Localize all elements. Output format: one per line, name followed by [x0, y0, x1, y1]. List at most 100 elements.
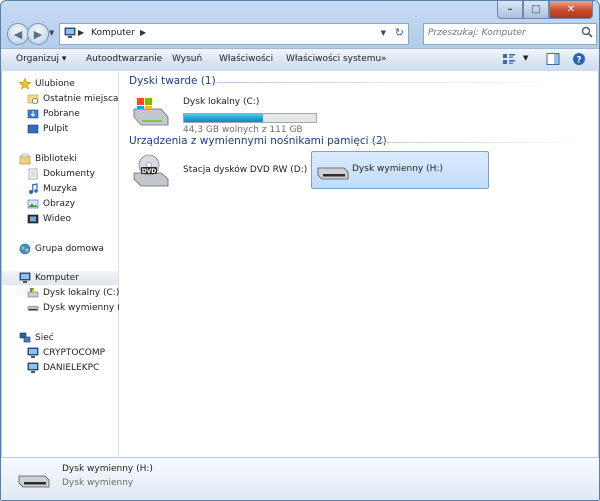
dvd-logo-text: DVD [142, 168, 157, 175]
nav-item-label: Pobrane [43, 109, 80, 119]
organize-label: Organizuj [16, 54, 59, 64]
explorer-window: – □ ✕ ◀ ▶ ▼ ▶ Komputer ▶ ▼ ↻ Organizuj ▾… [0, 0, 600, 501]
network-computer-icon [27, 362, 39, 377]
nav-libraries-label: Biblioteki [35, 154, 77, 164]
nav-favorites-label: Ulubione [35, 79, 75, 89]
nav-item-music[interactable]: Muzyka [2, 182, 118, 196]
removable-drive-icon [316, 160, 350, 185]
libraries-icon [19, 153, 31, 168]
nav-item-label: Obrazy [43, 199, 76, 209]
nav-item-label: CRYPTOCOMP [43, 348, 106, 358]
group-header-hard-disks[interactable]: Dyski twarde (1) [129, 75, 216, 87]
network-icon [19, 332, 31, 347]
preview-pane-icon[interactable] [546, 52, 560, 69]
search-icon[interactable] [581, 26, 593, 41]
back-button[interactable]: ◀ [7, 23, 29, 45]
svg-text:?: ? [576, 56, 581, 66]
documents-icon [27, 168, 39, 183]
window-controls: – □ ✕ [497, 1, 593, 19]
forward-button[interactable]: ▶ [27, 23, 49, 45]
nav-item-label: Pulpit [43, 124, 69, 134]
drive-free-space: 44,3 GB wolnych z 111 GB [183, 125, 303, 135]
command-bar: Organizuj ▾ Autoodtwarzanie Wysuń Właści… [1, 48, 599, 72]
maximize-button[interactable]: □ [523, 1, 549, 19]
nav-item-label: Muzyka [43, 184, 78, 194]
system-properties-button[interactable]: Właściwości systemu [286, 54, 381, 64]
removable-drive-icon [27, 302, 39, 317]
drive-name: Stacja dysków DVD RW (D:) [183, 165, 308, 175]
recent-pages-chevron-icon[interactable]: ▼ [49, 29, 54, 37]
minimize-button[interactable]: – [497, 1, 523, 19]
nav-item-label: Ostatnie miejsca [43, 94, 119, 104]
desktop-icon [27, 123, 39, 138]
nav-item-cryptocomp[interactable]: CRYPTOCOMP [2, 346, 118, 360]
nav-homegroup-label: Grupa domowa [35, 244, 104, 254]
nav-computer[interactable]: Komputer [2, 271, 118, 285]
downloads-icon [27, 108, 39, 123]
breadcrumb-separator-icon[interactable]: ▶ [78, 28, 84, 37]
nav-homegroup[interactable]: Grupa domowa [2, 242, 118, 256]
music-icon [27, 183, 39, 198]
hard-drive-icon [131, 95, 171, 132]
videos-icon [27, 213, 39, 228]
breadcrumb-chevron-icon[interactable]: ▶ [140, 28, 146, 37]
homegroup-icon [19, 243, 31, 258]
group-header-removable[interactable]: Urządzenia z wymiennymi nośnikami pamięc… [129, 135, 387, 147]
drive-name: Dysk lokalny (C:) [183, 97, 260, 107]
nav-item-downloads[interactable]: Pobrane [2, 107, 118, 121]
properties-button[interactable]: Właściwości [219, 54, 273, 64]
nav-item-danielekpc[interactable]: DANIELEKPC [2, 361, 118, 375]
address-dropdown-icon[interactable]: ▼ [381, 29, 386, 37]
nav-item-local-disk[interactable]: Dysk lokalny (C:) [2, 286, 120, 300]
nav-item-recent-places[interactable]: Ostatnie miejsca [2, 92, 118, 106]
computer-icon [64, 27, 76, 42]
star-icon [18, 77, 32, 93]
drive-tile-dvd[interactable]: DVD Stacja dysków DVD RW (D:) [131, 153, 311, 189]
address-row: ◀ ▶ ▼ ▶ Komputer ▶ ▼ ↻ [7, 23, 597, 45]
address-bar[interactable]: ▶ Komputer ▶ ▼ ↻ [59, 23, 409, 45]
nav-item-desktop[interactable]: Pulpit [2, 122, 118, 136]
search-box[interactable] [423, 23, 597, 45]
disk-usage-fill [184, 114, 264, 122]
eject-button[interactable]: Wysuń [172, 54, 202, 64]
arrow-right-icon: ▶ [33, 27, 43, 41]
nav-network[interactable]: Sieć [2, 331, 118, 345]
pictures-icon [27, 198, 39, 213]
dvd-drive-icon: DVD [131, 153, 171, 192]
view-options-icon[interactable] [502, 52, 516, 69]
help-icon[interactable]: ? [572, 52, 586, 69]
group-divider [217, 82, 577, 83]
group-divider [371, 142, 591, 143]
nav-favorites[interactable]: Ulubione [2, 77, 118, 91]
nav-item-label: Dysk lokalny (C:) [43, 288, 120, 298]
content-pane: Dyski twarde (1) Dysk lokalny (C:) 44,3 … [119, 71, 598, 457]
navigation-pane: Ulubione Ostatnie miejsca Pobrane Pulpit [2, 71, 134, 457]
drive-name: Dysk wymienny (H:) [352, 164, 443, 174]
nav-item-removable-disk[interactable]: Dysk wymienny (H:) [2, 301, 134, 317]
nav-libraries[interactable]: Biblioteki [2, 152, 118, 166]
nav-item-documents[interactable]: Dokumenty [2, 167, 118, 181]
nav-item-label: Dokumenty [43, 169, 95, 179]
network-computer-icon [27, 347, 39, 362]
refresh-icon[interactable]: ↻ [395, 26, 404, 39]
nav-item-label: Wideo [43, 214, 71, 224]
removable-drive-icon [17, 468, 51, 493]
disk-usage-bar [183, 113, 317, 123]
drive-tile-removable[interactable]: Dysk wymienny (H:) [311, 151, 489, 189]
organize-menu[interactable]: Organizuj ▾ [16, 54, 66, 64]
view-dropdown-icon[interactable]: ▼ [523, 54, 528, 62]
search-input[interactable] [428, 26, 576, 40]
recent-places-icon [27, 93, 39, 108]
computer-icon [19, 272, 31, 287]
details-pane: Dysk wymienny (H:) Dysk wymienny [1, 457, 599, 500]
breadcrumb-computer[interactable]: Komputer [91, 28, 135, 38]
close-button[interactable]: ✕ [549, 1, 593, 19]
nav-computer-label: Komputer [35, 273, 79, 283]
nav-item-videos[interactable]: Wideo [2, 212, 118, 226]
drive-tile-local-disk[interactable]: Dysk lokalny (C:) 44,3 GB wolnych z 111 … [131, 95, 321, 135]
nav-item-pictures[interactable]: Obrazy [2, 197, 118, 211]
nav-network-label: Sieć [35, 333, 54, 343]
nav-item-label: DANIELEKPC [43, 363, 100, 373]
more-commands-button[interactable]: » [381, 54, 387, 64]
autoplay-button[interactable]: Autoodtwarzanie [86, 54, 162, 64]
